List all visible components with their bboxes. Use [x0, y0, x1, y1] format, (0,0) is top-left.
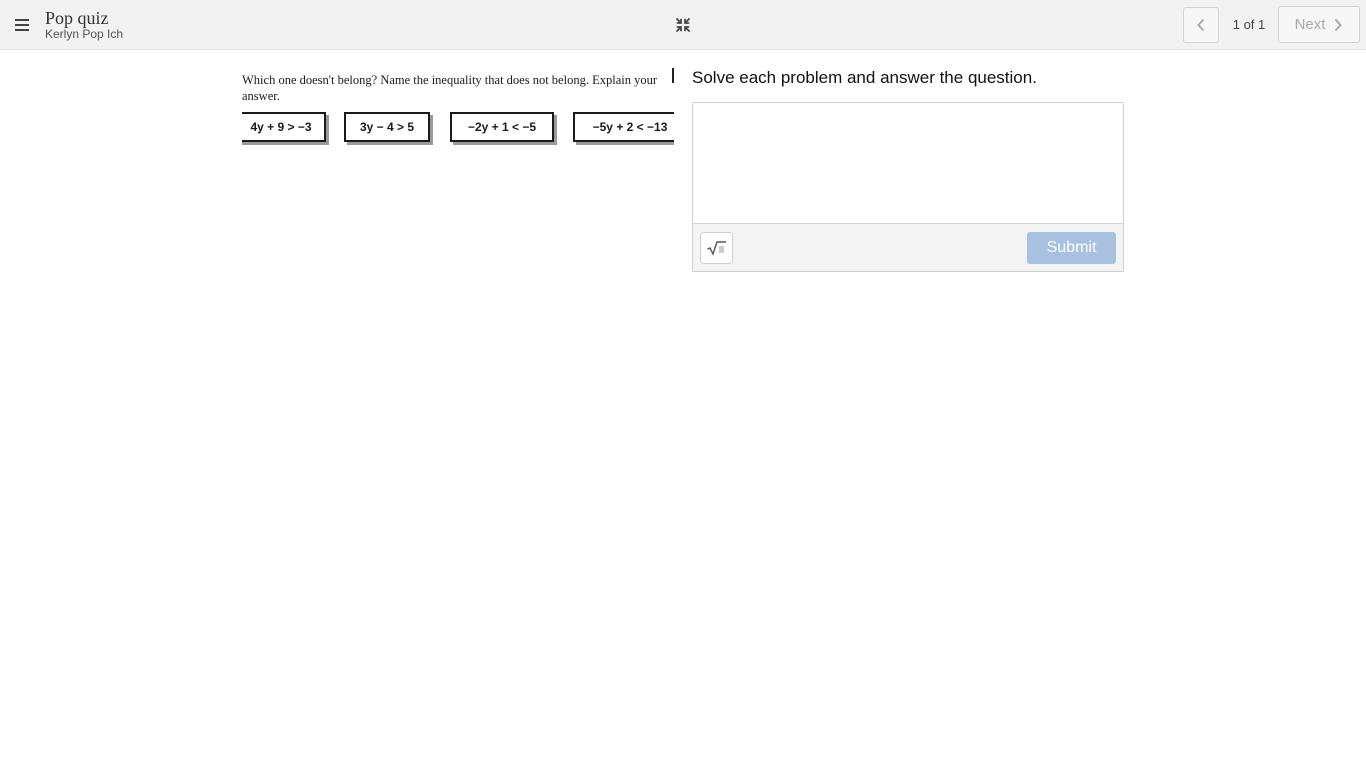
title-block: Pop quiz Kerlyn Pop Ich [45, 8, 123, 41]
inequality-box: −5y + 2 < −13 [573, 112, 674, 142]
top-bar: Pop quiz Kerlyn Pop Ich 1 of 1 Next [0, 0, 1366, 50]
inequality-box: 4y + 9 > −3 [242, 112, 326, 142]
inequality-box: 3y − 4 > 5 [344, 112, 430, 142]
inequality-box: −2y + 1 < −5 [450, 112, 554, 142]
quiz-subtitle: Kerlyn Pop Ich [45, 27, 124, 41]
text-cursor-mark [672, 68, 674, 83]
collapse-icon[interactable] [672, 14, 694, 36]
menu-icon-bar [15, 29, 29, 31]
square-root-icon [706, 241, 726, 256]
chevron-right-icon [1335, 18, 1343, 31]
question-text-line: answer. [242, 89, 280, 103]
question-prompt: Solve each problem and answer the questi… [692, 68, 1037, 87]
answer-box: Submit [692, 102, 1124, 272]
answer-input[interactable] [693, 103, 1123, 224]
menu-icon[interactable] [10, 13, 34, 37]
chevron-left-icon [1197, 18, 1205, 32]
previous-button[interactable] [1183, 7, 1219, 43]
math-editor-button[interactable] [700, 232, 733, 264]
answer-toolbar: Submit [693, 224, 1123, 271]
menu-icon-bar [15, 19, 29, 21]
menu-icon-bar [15, 24, 29, 26]
question-image: Which one doesn't belong? Name the inequ… [242, 66, 674, 150]
submit-button[interactable]: Submit [1027, 232, 1116, 264]
next-button[interactable]: Next [1278, 6, 1360, 43]
page-count: 1 of 1 [1232, 17, 1266, 32]
quiz-title: Pop quiz [45, 8, 109, 28]
question-text-line: Which one doesn't belong? Name the inequ… [242, 73, 657, 87]
next-label: Next [1294, 16, 1326, 33]
